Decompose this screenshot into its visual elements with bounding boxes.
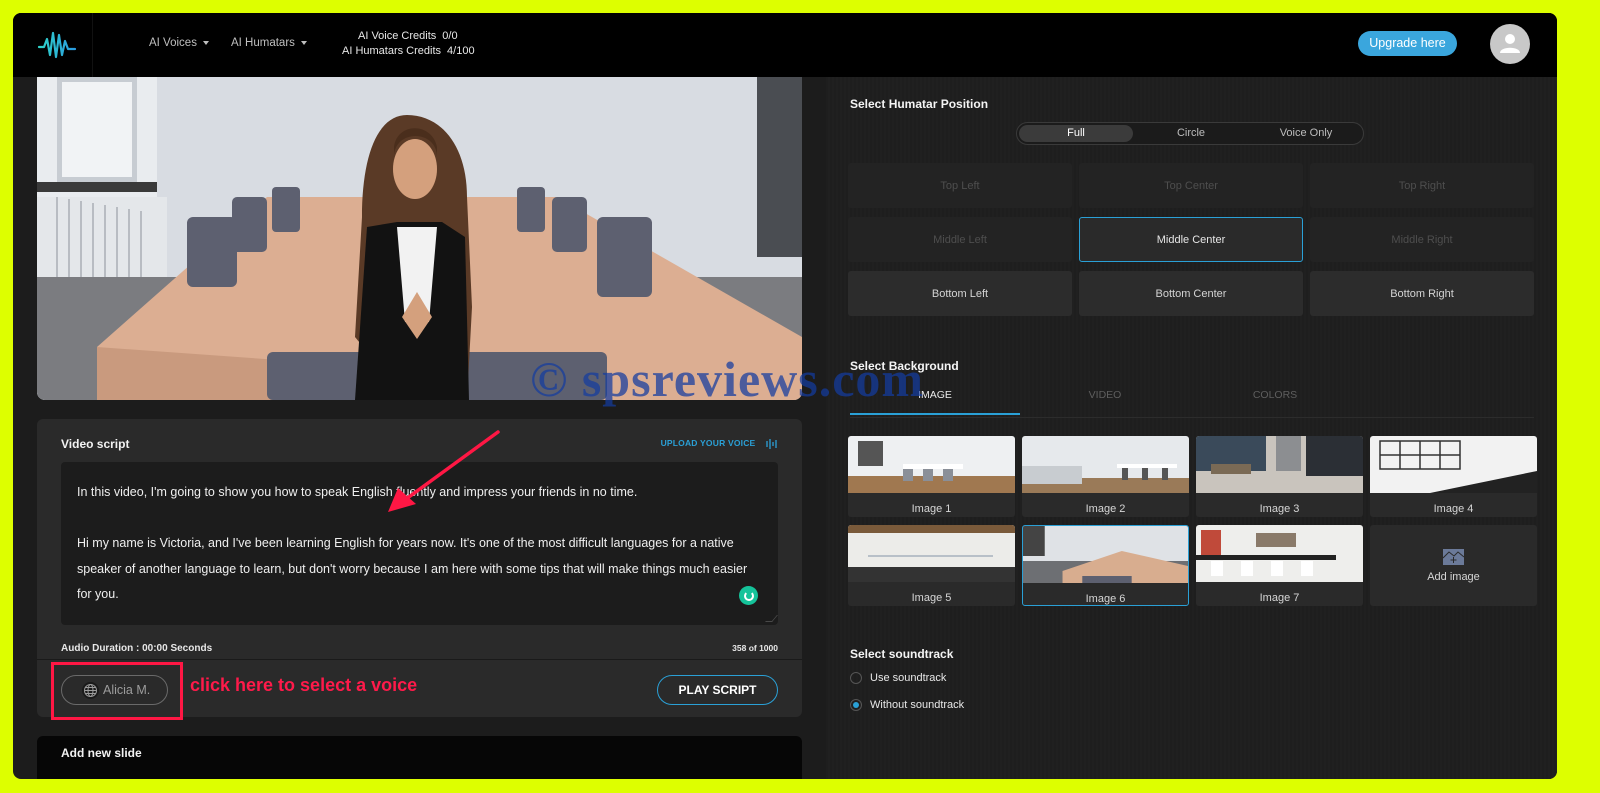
- add-image-icon: [1443, 548, 1464, 565]
- thumbnail: [1022, 436, 1189, 493]
- annotation-arrow-icon: [388, 430, 500, 512]
- logo-divider: [92, 13, 93, 77]
- audio-duration: Audio Duration : 00:00 Seconds: [61, 643, 213, 654]
- thumbnail: [848, 436, 1015, 493]
- annotation-highlight-box: [51, 662, 183, 720]
- grammarly-icon[interactable]: [739, 586, 758, 605]
- mode-voice-only[interactable]: Voice Only: [1249, 125, 1363, 142]
- tab-video[interactable]: VIDEO: [1020, 389, 1190, 413]
- sound-wave-icon: [766, 438, 777, 449]
- nav-ai-humatars-label: AI Humatars: [231, 37, 295, 49]
- radio-without-soundtrack[interactable]: Without soundtrack: [850, 699, 964, 711]
- script-paragraph: Hi my name is Victoria, and I've been le…: [77, 536, 748, 601]
- add-slide-label: Add new slide: [61, 746, 142, 760]
- voice-credits-label: AI Voice Credits: [358, 30, 437, 42]
- nav-ai-humatars[interactable]: AI Humatars: [231, 37, 307, 49]
- radio-button[interactable]: [850, 699, 862, 711]
- voice-credits: AI Voice Credits 0/0: [342, 29, 475, 44]
- upload-voice-link[interactable]: UPLOAD YOUR VOICE: [661, 438, 778, 449]
- character-count: 358 of 1000: [732, 643, 778, 653]
- video-preview[interactable]: [37, 77, 802, 400]
- settings-panel: Select Humatar Position Full Circle Voic…: [826, 77, 1557, 779]
- radio-use-soundtrack[interactable]: Use soundtrack: [850, 672, 946, 684]
- background-image-2[interactable]: Image 2: [1022, 436, 1189, 517]
- caret-down-icon: [300, 40, 307, 45]
- position-middle-right[interactable]: Middle Right: [1310, 217, 1534, 262]
- radio-label: Use soundtrack: [870, 672, 947, 684]
- humatar-mode-toggle: Full Circle Voice Only: [1016, 122, 1364, 145]
- add-image-label: Add image: [1427, 570, 1480, 583]
- background-image-grid: Image 1 Image 2 Image 3 Image 4 Image 5 …: [848, 436, 1537, 606]
- annotation-text: click here to select a voice: [190, 675, 418, 695]
- background-image-label: Image 7: [1259, 592, 1300, 604]
- play-script-button[interactable]: PLAY SCRIPT: [657, 675, 778, 705]
- humatar-credits-label: AI Humatars Credits: [342, 45, 442, 57]
- divider: [37, 659, 802, 660]
- background-image-label: Image 3: [1259, 503, 1300, 515]
- background-title: Select Background: [850, 359, 959, 373]
- top-bar: AI Voices AI Humatars AI Voice Credits 0/…: [13, 13, 1557, 77]
- thumbnail: [1023, 526, 1188, 583]
- background-image-4[interactable]: Image 4: [1370, 436, 1537, 517]
- radio-label: Without soundtrack: [870, 699, 965, 711]
- nav-ai-voices[interactable]: AI Voices: [149, 37, 209, 49]
- voice-credits-value: 0/0: [442, 30, 458, 42]
- nav-ai-voices-label: AI Voices: [149, 37, 197, 49]
- app-window: AI Voices AI Humatars AI Voice Credits 0/…: [13, 13, 1557, 779]
- background-image-7[interactable]: Image 7: [1196, 525, 1363, 606]
- caret-down-icon: [202, 40, 209, 45]
- position-grid: Top Left Top Center Top Right Middle Lef…: [848, 163, 1534, 316]
- mode-full[interactable]: Full: [1019, 125, 1133, 142]
- position-top-right[interactable]: Top Right: [1310, 163, 1534, 208]
- tab-colors[interactable]: COLORS: [1190, 389, 1360, 413]
- credits-summary: AI Voice Credits 0/0 AI Humatars Credits 4…: [342, 29, 475, 59]
- user-icon: [1500, 34, 1520, 53]
- background-tabs: IMAGE VIDEO COLORS: [850, 382, 1534, 418]
- position-bottom-right[interactable]: Bottom Right: [1310, 271, 1534, 316]
- background-image-label: Image 4: [1433, 503, 1474, 515]
- avatar[interactable]: [1490, 24, 1530, 64]
- position-bottom-center[interactable]: Bottom Center: [1079, 271, 1303, 316]
- mode-circle[interactable]: Circle: [1134, 125, 1248, 142]
- humatar-credits: AI Humatars Credits 4/100: [342, 44, 475, 59]
- audio-wave-logo-icon[interactable]: [37, 27, 77, 63]
- video-script-title: Video script: [61, 437, 130, 451]
- thumbnail: [1196, 525, 1363, 582]
- background-image-label: Image 1: [911, 503, 952, 515]
- humatar-credits-value: 4/100: [447, 45, 475, 57]
- add-slide-bar[interactable]: Add new slide: [37, 736, 802, 779]
- position-top-left[interactable]: Top Left: [848, 163, 1072, 208]
- position-middle-left[interactable]: Middle Left: [848, 217, 1072, 262]
- humatar-position-title: Select Humatar Position: [850, 97, 989, 111]
- resize-handle[interactable]: [765, 615, 778, 622]
- background-image-5[interactable]: Image 5: [848, 525, 1015, 606]
- thumbnail: [848, 525, 1015, 582]
- background-image-6[interactable]: Image 6: [1022, 525, 1189, 606]
- background-image-label: Image 5: [911, 592, 952, 604]
- background-image-3[interactable]: Image 3: [1196, 436, 1363, 517]
- background-image-label: Image 6: [1085, 593, 1126, 605]
- preview-scene: [37, 77, 802, 400]
- thumbnail: [1370, 436, 1537, 493]
- thumbnail: [1196, 436, 1363, 493]
- background-image-label: Image 2: [1085, 503, 1126, 515]
- soundtrack-title: Select soundtrack: [850, 647, 954, 661]
- add-image-button[interactable]: Add image: [1370, 525, 1537, 606]
- position-middle-center[interactable]: Middle Center: [1079, 217, 1303, 262]
- position-top-center[interactable]: Top Center: [1079, 163, 1303, 208]
- background-image-1[interactable]: Image 1: [848, 436, 1015, 517]
- position-bottom-left[interactable]: Bottom Left: [848, 271, 1072, 316]
- tab-image[interactable]: IMAGE: [850, 389, 1020, 415]
- humatar-presenter: [355, 115, 472, 400]
- upgrade-button[interactable]: Upgrade here: [1358, 31, 1457, 56]
- radio-button[interactable]: [850, 672, 862, 684]
- upload-voice-label: UPLOAD YOUR VOICE: [660, 438, 756, 448]
